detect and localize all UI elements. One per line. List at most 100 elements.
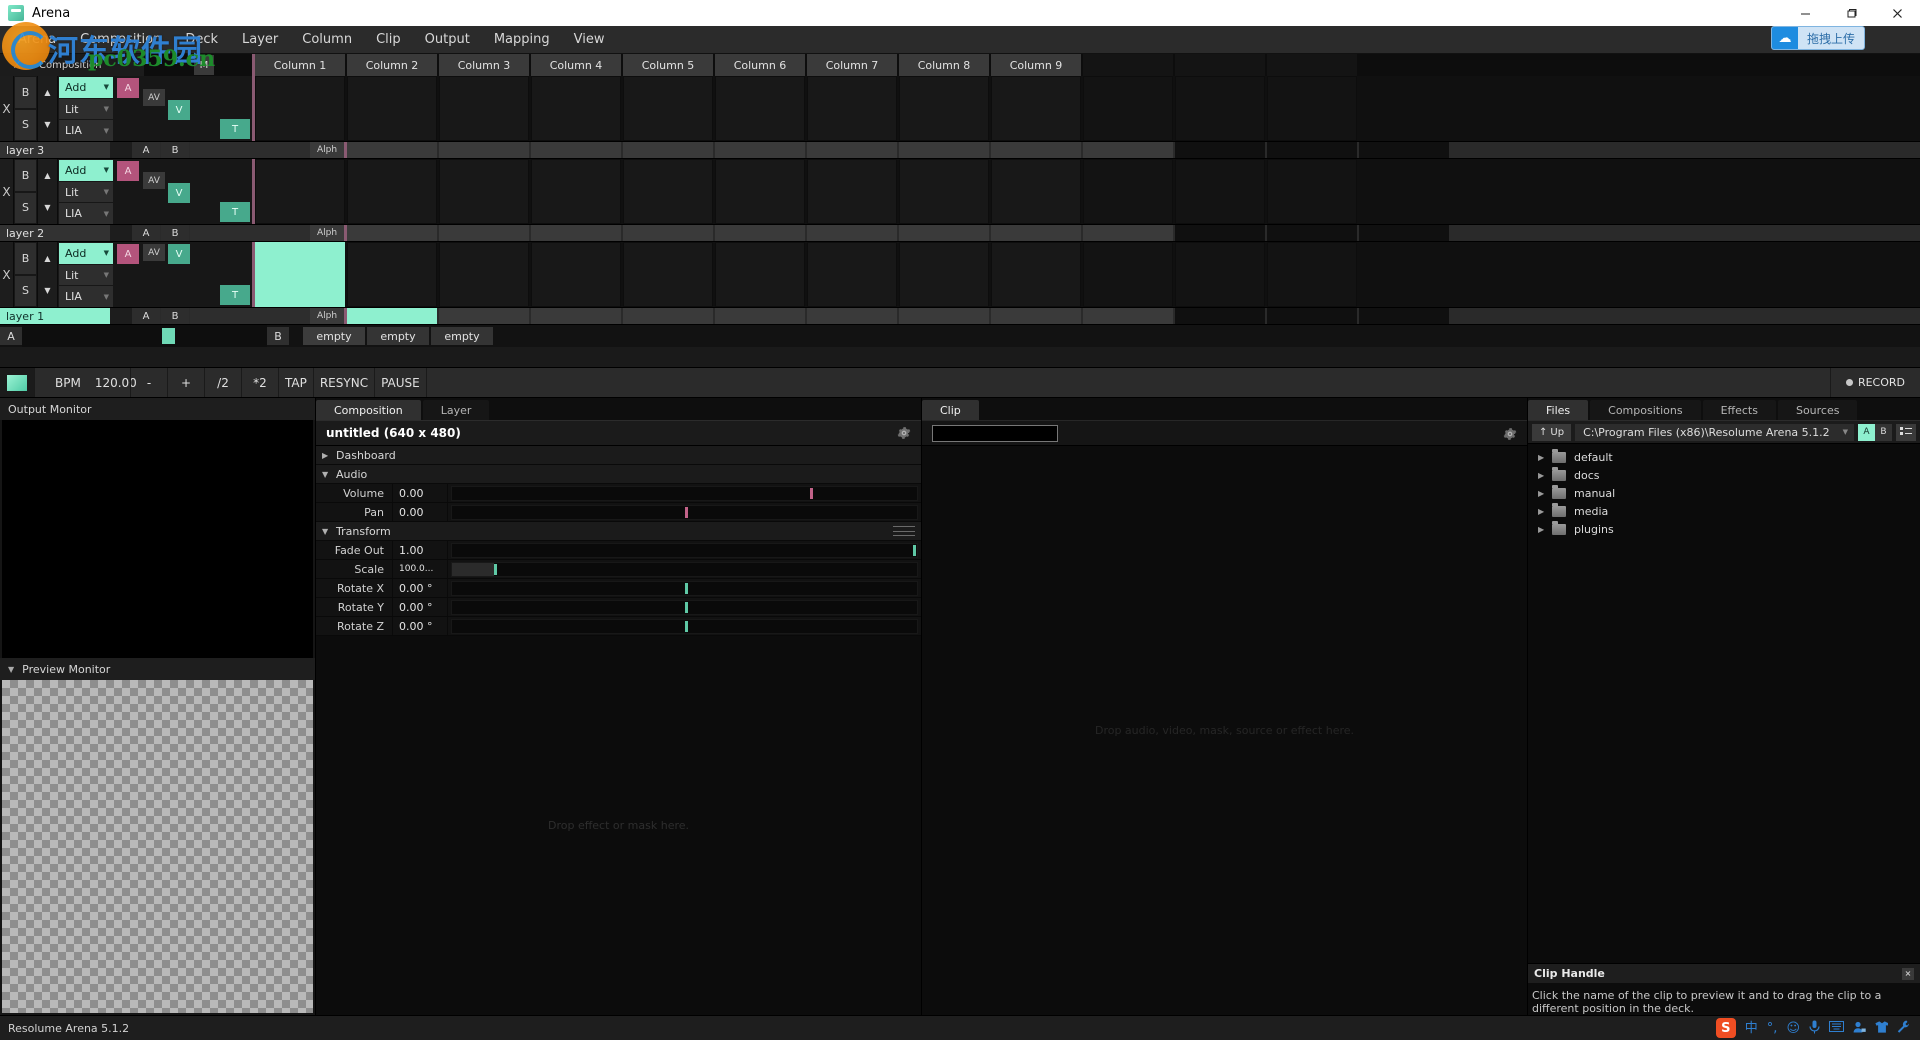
column-header-empty-1[interactable]: [1083, 54, 1173, 76]
tab-compositions[interactable]: Compositions: [1590, 400, 1700, 420]
layer-2-name-cell[interactable]: [807, 225, 897, 241]
bpm-decrease-button[interactable]: -: [130, 368, 167, 397]
column-header-2[interactable]: Column 2: [347, 54, 437, 76]
layer-1-av-badge[interactable]: AV: [143, 244, 165, 261]
layer-1-alpha-label[interactable]: Alph: [310, 308, 344, 324]
menu-composition[interactable]: Composition: [68, 29, 173, 50]
shirt-icon[interactable]: [1875, 1021, 1888, 1036]
clip-cell[interactable]: [715, 242, 805, 307]
triangle-right-icon[interactable]: ▶: [1538, 471, 1552, 480]
microphone-icon[interactable]: [1809, 1020, 1820, 1037]
layer-3-mode2-select[interactable]: Lit ▼: [59, 99, 113, 120]
layer-1-name[interactable]: layer 1: [0, 308, 110, 324]
maximize-icon[interactable]: [1828, 0, 1874, 26]
param-fade-out-slider[interactable]: [451, 543, 918, 558]
layer-2-move-down-icon[interactable]: ▼: [38, 192, 57, 225]
layer-2-name-cell[interactable]: [1267, 225, 1357, 241]
param-pan-slider[interactable]: [451, 505, 918, 520]
layer-1-clear-button[interactable]: X: [0, 242, 14, 307]
layer-2-name-cell[interactable]: [1175, 225, 1265, 241]
clip-drop-area[interactable]: Drop audio, video, mask, source or effec…: [922, 446, 1527, 1015]
layer-3-blend-mode-select[interactable]: Add ▼: [59, 77, 113, 98]
clip-cell[interactable]: [899, 242, 989, 307]
layer-2-name[interactable]: layer 2: [0, 225, 110, 241]
layer-3-deck-a[interactable]: A: [132, 142, 160, 158]
menu-layer[interactable]: Layer: [230, 29, 290, 50]
crossfader-b-button[interactable]: B: [267, 327, 289, 345]
layer-1-mode3-select[interactable]: LIA ▼: [59, 286, 113, 307]
layer-2-mode3-select[interactable]: LIA ▼: [59, 203, 113, 224]
tap-tempo-button[interactable]: TAP: [278, 368, 313, 397]
layer-1-deck-b[interactable]: B: [161, 308, 189, 324]
layer-2-mode2-select[interactable]: Lit ▼: [59, 182, 113, 203]
preview-monitor-view[interactable]: [2, 680, 313, 1013]
hamburger-icon[interactable]: [893, 526, 915, 536]
crossfader-track[interactable]: [22, 325, 267, 347]
layer-2-name-cell[interactable]: [1083, 225, 1173, 241]
triangle-right-icon[interactable]: ▶: [1538, 507, 1552, 516]
layer-1-blend-mode-select[interactable]: Add ▼: [59, 243, 113, 264]
layer-1-name-cell[interactable]: [623, 308, 713, 324]
column-header-empty-2[interactable]: [1175, 54, 1265, 76]
layer-1-name-cell[interactable]: [899, 308, 989, 324]
column-header-9[interactable]: Column 9: [991, 54, 1081, 76]
composition-x-button[interactable]: X: [0, 54, 34, 76]
clip-cell[interactable]: [715, 159, 805, 224]
bpm-halve-button[interactable]: /2: [204, 368, 241, 397]
param-volume-value[interactable]: 0.00: [392, 484, 448, 502]
folder-item-default[interactable]: ▶ default: [1528, 448, 1920, 466]
param-rotate-y-value[interactable]: 0.00 °: [392, 598, 448, 616]
layer-1-name-cell-active[interactable]: [347, 308, 437, 324]
layer-2-av-badge[interactable]: AV: [143, 172, 165, 189]
layer-1-name-cell[interactable]: [531, 308, 621, 324]
layer-1-move-down-icon[interactable]: ▼: [38, 275, 57, 308]
group-dashboard[interactable]: ▶ Dashboard: [316, 446, 921, 465]
layer-3-name-cell[interactable]: [715, 142, 805, 158]
column-header-1[interactable]: Column 1: [255, 54, 345, 76]
layer-2-name-cell[interactable]: [1359, 225, 1449, 241]
column-header-6[interactable]: Column 6: [715, 54, 805, 76]
close-icon[interactable]: [1874, 0, 1920, 26]
layer-1-solo-button[interactable]: S: [15, 276, 36, 307]
clip-cell-active[interactable]: [255, 242, 345, 307]
menu-clip[interactable]: Clip: [364, 29, 413, 50]
minimize-icon[interactable]: [1782, 0, 1828, 26]
clip-cell[interactable]: [1083, 76, 1173, 141]
layer-3-name-cell[interactable]: [1175, 142, 1265, 158]
layer-3-name-cell[interactable]: [1267, 142, 1357, 158]
close-icon[interactable]: ×: [1902, 968, 1914, 980]
layer-1-transition-badge[interactable]: T: [220, 285, 250, 305]
layer-3-name-cell[interactable]: [1359, 142, 1449, 158]
layer-1-name-cell[interactable]: [439, 308, 529, 324]
layer-3-name-cell[interactable]: [439, 142, 529, 158]
tab-files[interactable]: Files: [1528, 400, 1588, 420]
clip-cell[interactable]: [439, 76, 529, 141]
clip-cell[interactable]: [1083, 242, 1173, 307]
layer-1-audio-badge[interactable]: A: [117, 244, 139, 264]
layer-2-name-cell[interactable]: [439, 225, 529, 241]
tab-clip[interactable]: Clip: [922, 400, 979, 420]
clip-cell[interactable]: [439, 242, 529, 307]
composition-drop-note[interactable]: Drop effect or mask here.: [316, 636, 921, 1015]
layer-1-video-badge[interactable]: V: [168, 244, 190, 264]
layer-1-move-up-icon[interactable]: ▲: [38, 242, 57, 275]
clip-cell[interactable]: [991, 159, 1081, 224]
folder-item-manual[interactable]: ▶ manual: [1528, 484, 1920, 502]
clip-cell[interactable]: [1175, 76, 1265, 141]
chinese-input-icon[interactable]: 中: [1745, 1022, 1758, 1035]
layer-2-name-cell[interactable]: [623, 225, 713, 241]
tab-composition[interactable]: Composition: [316, 400, 421, 420]
menu-output[interactable]: Output: [413, 29, 482, 50]
column-header-7[interactable]: Column 7: [807, 54, 897, 76]
output-monitor-view[interactable]: [2, 420, 313, 658]
clip-cell[interactable]: [255, 76, 345, 141]
triangle-right-icon[interactable]: ▶: [1538, 489, 1552, 498]
deck-slot-2[interactable]: empty: [367, 327, 429, 345]
clip-cell[interactable]: [623, 76, 713, 141]
wrench-icon[interactable]: [1897, 1020, 1910, 1036]
clip-cell[interactable]: [531, 76, 621, 141]
param-rotate-x-value[interactable]: 0.00 °: [392, 579, 448, 597]
layer-1-name-cell[interactable]: [807, 308, 897, 324]
layer-1-name-cell[interactable]: [715, 308, 805, 324]
layer-3-name-cell[interactable]: [347, 142, 437, 158]
